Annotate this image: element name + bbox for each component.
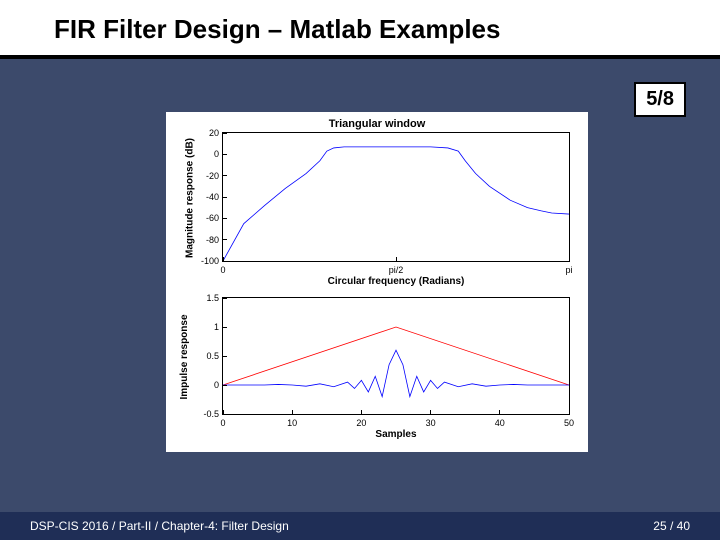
ytick: -0.5 — [193, 409, 219, 419]
ytick: 0 — [193, 380, 219, 390]
chart-top: Triangular window Magnitude response (dB… — [166, 112, 588, 287]
ytick: -80 — [193, 235, 219, 245]
footer: DSP-CIS 2016 / Part-II / Chapter-4: Filt… — [0, 512, 720, 540]
xtick: 50 — [564, 418, 574, 428]
ytick: 0 — [193, 149, 219, 159]
ytick: -40 — [193, 192, 219, 202]
xtick: 40 — [495, 418, 505, 428]
chart-top-plot: 200-20-40-60-80-1000pi/2pi — [222, 132, 570, 262]
ytick: 1.5 — [193, 293, 219, 303]
chart-bottom: Impulse response -0.500.511.501020304050… — [166, 297, 588, 440]
series-response — [223, 147, 569, 261]
footer-left: DSP-CIS 2016 / Part-II / Chapter-4: Filt… — [30, 519, 289, 533]
xtick: pi/2 — [389, 265, 404, 275]
ytick: 0.5 — [193, 351, 219, 361]
page-title: FIR Filter Design – Matlab Examples — [54, 14, 720, 45]
xtick: 20 — [356, 418, 366, 428]
chart-bottom-xlabel: Samples — [222, 429, 570, 440]
ytick: -20 — [193, 171, 219, 181]
ytick: 20 — [193, 128, 219, 138]
chart-top-title: Triangular window — [166, 118, 588, 130]
chart-container: Triangular window Magnitude response (dB… — [166, 112, 588, 452]
chart-bottom-plot: -0.500.511.501020304050 — [222, 297, 570, 415]
xtick: 0 — [220, 418, 225, 428]
xtick: 10 — [287, 418, 297, 428]
xtick: 0 — [220, 265, 225, 275]
title-bar: FIR Filter Design – Matlab Examples — [0, 0, 720, 59]
series-impulse — [223, 350, 569, 396]
series-window — [223, 327, 569, 385]
xtick: 30 — [426, 418, 436, 428]
chart-bottom-ylabel: Impulse response — [179, 314, 190, 399]
ytick: -100 — [193, 256, 219, 266]
footer-right: 25 / 40 — [653, 519, 690, 533]
xtick: pi — [565, 265, 572, 275]
chart-top-xlabel: Circular frequency (Radians) — [222, 276, 570, 287]
ytick: -60 — [193, 213, 219, 223]
series-badge: 5/8 — [634, 82, 686, 117]
ytick: 1 — [193, 322, 219, 332]
